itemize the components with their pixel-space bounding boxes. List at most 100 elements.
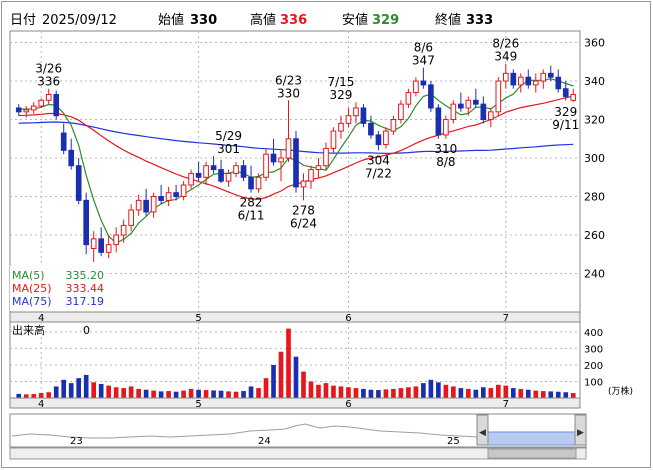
candle-body — [90, 238, 97, 249]
legend-label: MA(5) — [12, 269, 45, 282]
candle-body — [218, 169, 224, 182]
stock-chart: 日付 2025/09/12 始値 330 高値 336 安値 329 終値 33… — [1, 1, 651, 468]
price-tick-label: 280 — [584, 191, 605, 204]
candle-body — [278, 157, 284, 163]
candle-body — [105, 244, 112, 253]
candle-body — [180, 184, 187, 198]
candle-body — [315, 165, 322, 171]
volume-bar — [91, 382, 97, 398]
candle-body — [562, 88, 569, 97]
candle-body — [53, 94, 60, 117]
candle-body — [143, 199, 149, 213]
volume-value: 0 — [83, 324, 90, 337]
low-value: 329 — [372, 13, 399, 28]
candle-body — [15, 107, 22, 113]
price-tick-label: 240 — [584, 268, 605, 281]
month-label: 6 — [345, 399, 351, 410]
candle-body — [38, 99, 45, 107]
volume-label: 出来高 — [12, 323, 45, 337]
volume-bar — [563, 392, 569, 398]
volume-bar — [218, 390, 224, 398]
volume-bar — [466, 388, 471, 398]
volume-bar — [106, 385, 111, 398]
high-date-label: 5/29 — [215, 129, 242, 143]
volume-bar — [473, 389, 479, 398]
low-date-label: 8/8 — [436, 155, 455, 169]
candle-body — [495, 80, 502, 113]
volume-bar — [23, 394, 29, 398]
candle-body — [458, 103, 464, 109]
volume-bar — [256, 388, 261, 398]
candle-body — [338, 122, 344, 132]
volume-tick-label: 400 — [584, 328, 603, 339]
volume-bar — [421, 383, 426, 398]
high-price-label: 349 — [494, 50, 517, 64]
candle-body — [502, 72, 509, 82]
candle-body — [540, 72, 547, 82]
candle-body — [248, 176, 254, 190]
navigator-scroll-thumb[interactable] — [487, 448, 577, 459]
volume-bar — [353, 388, 359, 398]
candle-body — [450, 103, 457, 121]
candle-body — [128, 209, 134, 226]
volume-bar — [16, 393, 22, 398]
price-tick-label: 260 — [584, 229, 605, 242]
candle-body — [150, 196, 157, 213]
candle-body — [300, 180, 307, 188]
volume-bar — [406, 387, 411, 398]
volume-bar — [121, 388, 126, 398]
candle-body — [210, 165, 217, 171]
low-label: 安値 — [342, 12, 368, 28]
high-price-label: 347 — [412, 54, 435, 68]
volume-bar — [533, 390, 539, 398]
low-price-label: 278 — [292, 203, 315, 217]
candle-body — [255, 176, 262, 190]
volume-bar — [98, 383, 104, 398]
volume-bar — [286, 328, 291, 398]
volume-tick-label: 300 — [584, 344, 603, 355]
navigator-selection[interactable] — [487, 431, 577, 446]
volume-bar — [241, 391, 246, 398]
volume-bar — [570, 393, 576, 398]
open-value: 330 — [190, 13, 217, 28]
volume-bar — [53, 386, 59, 398]
volume-bar — [323, 383, 329, 398]
candle-body — [323, 147, 329, 167]
candle-body — [135, 199, 142, 211]
candle-body — [428, 84, 434, 109]
volume-bar — [203, 390, 209, 398]
volume-tick-label: 200 — [584, 361, 603, 372]
candle-body — [308, 169, 314, 182]
low-date-label: 6/24 — [290, 216, 317, 230]
volume-bar — [383, 389, 389, 398]
candle-body — [368, 122, 374, 136]
volume-bar — [488, 388, 494, 398]
candle-body — [375, 134, 382, 146]
volume-bar — [518, 388, 524, 398]
candle-body — [383, 130, 389, 146]
candle-body — [188, 172, 194, 186]
candle-body — [98, 238, 104, 253]
candle-body — [405, 92, 412, 105]
candle-body — [60, 132, 67, 151]
navigator-year-25: 25 — [447, 436, 460, 447]
navigator-year-23: 23 — [70, 436, 83, 447]
volume-bar — [331, 385, 336, 398]
high-date-label: 8/26 — [492, 37, 519, 51]
high-date-label: 3/26 — [35, 62, 62, 76]
volume-bar — [181, 390, 186, 398]
volume-bar — [428, 379, 434, 398]
volume-bar — [226, 391, 231, 398]
volume-bar — [136, 388, 141, 398]
volume-bar — [278, 351, 284, 398]
candle-body — [510, 72, 517, 86]
volume-bar — [113, 387, 119, 398]
navigator-right-arrow: ▶ — [577, 428, 584, 438]
volume-bar — [316, 384, 321, 398]
volume-bar — [443, 384, 449, 398]
candle-body — [285, 138, 292, 159]
volume-bar — [38, 393, 44, 398]
volume-bar — [158, 391, 164, 398]
legend-value: 333.44 — [66, 282, 105, 295]
candle-body — [532, 80, 539, 86]
